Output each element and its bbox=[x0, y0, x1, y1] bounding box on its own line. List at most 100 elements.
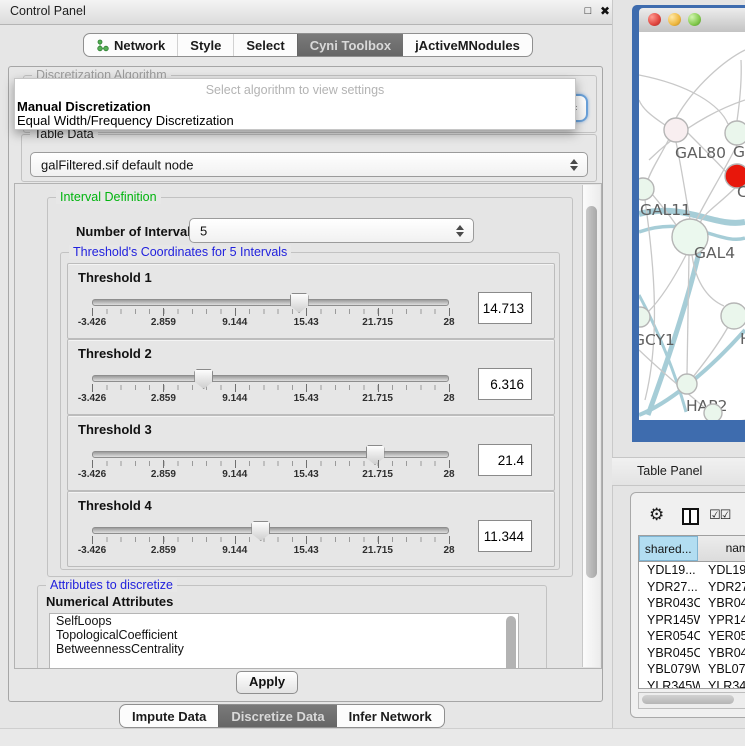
threshold-slider[interactable]: -3.4262.8599.14415.4321.71528 bbox=[92, 368, 449, 402]
network-edge[interactable] bbox=[639, 100, 665, 125]
network-node[interactable] bbox=[704, 404, 722, 420]
interval-definition-group: Interval Definition Number of Intervals … bbox=[47, 197, 573, 577]
network-window-titlebar[interactable] bbox=[639, 8, 745, 33]
tab-label: Cyni Toolbox bbox=[310, 38, 391, 53]
number-of-intervals-value: 5 bbox=[200, 223, 207, 238]
apply-button[interactable]: Apply bbox=[236, 671, 298, 694]
slider-tick-label: 2.859 bbox=[151, 545, 176, 556]
vertical-scrollbar[interactable] bbox=[582, 185, 600, 667]
number-of-intervals-combo[interactable]: 5 bbox=[189, 218, 474, 243]
network-canvas[interactable]: GAL80GACGAL11GAL4GCY1HHAP2 bbox=[639, 32, 745, 420]
slider-major-tick bbox=[449, 384, 450, 392]
table-cell: YDR27... bbox=[639, 579, 700, 596]
slider-tick-label: 2.859 bbox=[151, 317, 176, 328]
slider-track[interactable] bbox=[92, 451, 449, 458]
slider-minor-ticks bbox=[92, 309, 450, 314]
column-header-name[interactable]: name bbox=[698, 536, 745, 561]
tab-style[interactable]: Style bbox=[177, 34, 233, 56]
tab-label: Style bbox=[190, 38, 221, 53]
slider-track[interactable] bbox=[92, 375, 449, 382]
table-cell: YLR345W bbox=[700, 678, 745, 690]
network-node-h[interactable] bbox=[721, 303, 745, 329]
slider-track[interactable] bbox=[92, 527, 449, 534]
table-row[interactable]: YER054CYER054C bbox=[639, 628, 745, 645]
slider-major-tick bbox=[235, 384, 236, 392]
horizontal-scrollbar-thumb[interactable] bbox=[642, 695, 734, 704]
gear-icon[interactable]: ⚙ bbox=[649, 505, 664, 525]
slider-major-tick bbox=[449, 536, 450, 544]
slider-tick-label: 21.715 bbox=[362, 469, 393, 480]
slider-major-tick bbox=[163, 536, 164, 544]
split-columns-icon[interactable] bbox=[682, 508, 699, 525]
checkbox-options-icon[interactable]: ☑☑ bbox=[709, 507, 730, 523]
table-cell: YBR043C bbox=[700, 595, 745, 612]
attribute-item[interactable]: SelfLoops bbox=[50, 614, 518, 628]
table-row[interactable]: YDR27...YDR27... bbox=[639, 579, 745, 596]
table-cell: YBL079W bbox=[700, 661, 745, 678]
network-edge[interactable] bbox=[676, 50, 745, 118]
tab-discretize-data[interactable]: Discretize Data bbox=[218, 705, 336, 727]
close-traffic-light-icon[interactable] bbox=[648, 13, 661, 26]
attribute-item[interactable]: BetweennessCentrality bbox=[50, 642, 518, 656]
bottom-tab-bar: Impute Data Discretize Data Infer Network bbox=[119, 704, 445, 728]
slider-tick-label: 21.715 bbox=[362, 317, 393, 328]
table-data-combo[interactable]: galFiltered.sif default node bbox=[30, 152, 588, 177]
table-data-combo-value: galFiltered.sif default node bbox=[41, 157, 193, 172]
network-node-label: H bbox=[740, 330, 745, 348]
threshold-value-field[interactable]: 11.344 bbox=[478, 520, 532, 552]
network-node-hap2[interactable] bbox=[677, 374, 697, 394]
network-edge[interactable] bbox=[687, 255, 689, 374]
tab-infer-network[interactable]: Infer Network bbox=[337, 705, 444, 727]
float-window-icon[interactable]: □ bbox=[580, 3, 596, 19]
network-edge[interactable] bbox=[639, 75, 728, 124]
network-node-gal80[interactable] bbox=[664, 118, 688, 142]
table-row[interactable]: YPR145WYPR145W bbox=[639, 612, 745, 629]
minimize-traffic-light-icon[interactable] bbox=[668, 13, 681, 26]
network-edge[interactable] bbox=[737, 60, 741, 121]
horizontal-scrollbar[interactable] bbox=[638, 692, 745, 709]
tab-label: Discretize Data bbox=[231, 709, 324, 724]
threshold-panel-4: Threshold 4-3.4262.8599.14415.4321.71528… bbox=[67, 491, 555, 567]
slider-tick-label: 15.43 bbox=[294, 545, 319, 556]
slider-major-tick bbox=[92, 536, 93, 544]
network-node-gal11[interactable] bbox=[639, 178, 654, 200]
network-node-ga[interactable] bbox=[725, 121, 745, 145]
list-scrollbar-thumb[interactable] bbox=[506, 616, 516, 669]
zoom-traffic-light-icon[interactable] bbox=[688, 13, 701, 26]
algorithm-option-manual[interactable]: Manual Discretization bbox=[17, 99, 151, 114]
tab-jactivemnodules[interactable]: jActiveMNodules bbox=[403, 34, 532, 56]
table-row[interactable]: YDL19...YDL19... bbox=[639, 562, 745, 579]
threshold-label: Threshold 2 bbox=[78, 346, 152, 361]
threshold-slider[interactable]: -3.4262.8599.14415.4321.71528 bbox=[92, 292, 449, 326]
tab-impute-data[interactable]: Impute Data bbox=[120, 705, 218, 727]
table-row[interactable]: YBR045CYBR045C bbox=[639, 645, 745, 662]
table-cell: YDL19... bbox=[639, 562, 700, 579]
close-icon[interactable]: ✖ bbox=[597, 3, 613, 19]
slider-track[interactable] bbox=[92, 299, 449, 306]
slider-minor-ticks bbox=[92, 385, 450, 390]
network-node-label: C bbox=[737, 183, 745, 201]
attribute-item[interactable]: TopologicalCoefficient bbox=[50, 628, 518, 642]
tab-select[interactable]: Select bbox=[233, 34, 296, 56]
threshold-slider[interactable]: -3.4262.8599.14415.4321.71528 bbox=[92, 444, 449, 478]
slider-tick-label: 15.43 bbox=[294, 317, 319, 328]
tab-network[interactable]: Network bbox=[84, 34, 177, 56]
table-cell: YDR27... bbox=[700, 579, 745, 596]
slider-tick-label: 9.144 bbox=[222, 545, 247, 556]
table-cell: YDL19... bbox=[700, 562, 745, 579]
tab-cyni-toolbox[interactable]: Cyni Toolbox bbox=[297, 34, 403, 56]
threshold-slider[interactable]: -3.4262.8599.14415.4321.71528 bbox=[92, 520, 449, 554]
table-row[interactable]: YLR345WYLR345W bbox=[639, 678, 745, 690]
slider-tick-label: 15.43 bbox=[294, 393, 319, 404]
threshold-value-field[interactable]: 14.713 bbox=[478, 292, 532, 324]
threshold-value-field[interactable]: 6.316 bbox=[478, 368, 532, 400]
threshold-value-field[interactable]: 21.4 bbox=[478, 444, 532, 476]
slider-tick-label: -3.426 bbox=[78, 317, 106, 328]
numerical-attributes-list[interactable]: SelfLoopsTopologicalCoefficientBetweenne… bbox=[49, 613, 519, 669]
table-row[interactable]: YBR043CYBR043C bbox=[639, 595, 745, 612]
algorithm-option-equal-width[interactable]: Equal Width/Frequency Discretization bbox=[17, 113, 234, 128]
column-header-shared-name[interactable]: shared... bbox=[639, 536, 698, 561]
slider-tick-label: 21.715 bbox=[362, 545, 393, 556]
scrollbar-thumb[interactable] bbox=[586, 206, 597, 578]
table-row[interactable]: YBL079WYBL079W bbox=[639, 661, 745, 678]
